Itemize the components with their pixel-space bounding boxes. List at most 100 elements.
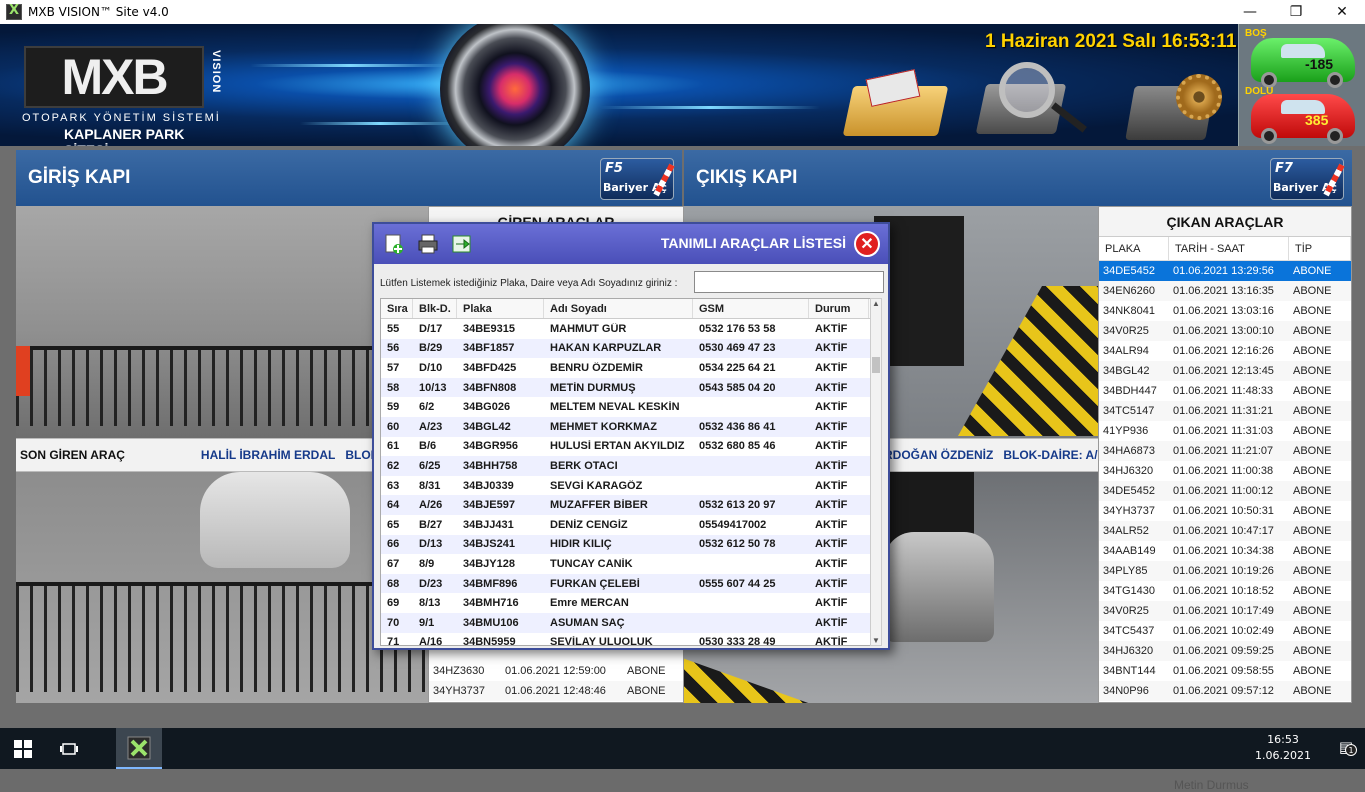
table-row[interactable]: 60 A/23 34BGL42 MEHMET KORKMAZ 0532 436 86 4… (381, 416, 875, 437)
row-tip: ABONE (1293, 605, 1332, 617)
entry-barrier-open-button[interactable]: F5 Bariyer Aç (600, 158, 675, 200)
table-row[interactable]: 55 D/17 34BE9315 MAHMUT GÜR 0532 176 53 58 AK… (381, 319, 875, 339)
task-view-icon[interactable] (46, 728, 92, 769)
start-icon[interactable] (0, 728, 46, 769)
col-tip[interactable]: TİP (1289, 237, 1351, 260)
close-window-button[interactable]: ✕ (1319, 0, 1365, 24)
table-row[interactable]: 34TC5147 01.06.2021 11:31:21 ABONE (1099, 401, 1351, 421)
search-icon[interactable] (975, 62, 1095, 146)
row-blk-d: D/17 (419, 322, 443, 335)
table-row[interactable]: 65 B/27 34BJJ431 DENİZ CENGİZ 05549417002 AKT… (381, 515, 875, 535)
minimize-button[interactable]: — (1227, 0, 1273, 24)
table-row[interactable]: 59 6/2 34BG026 MELTEM NEVAL KESKİN AKTİF (381, 397, 875, 417)
mxb-app-taskbar-icon[interactable] (116, 728, 162, 769)
table-row[interactable]: 70 9/1 34BMU106 ASUMAN SAÇ AKTİF (381, 612, 875, 633)
table-row[interactable]: 58 10/13 34BFN808 METİN DURMUŞ 0543 585 04 2… (381, 377, 875, 398)
row-tip: ABONE (1293, 465, 1332, 477)
maximize-button[interactable]: ❐ (1273, 0, 1319, 24)
notification-icon[interactable]: ▤ 1 (1339, 738, 1357, 756)
scroll-down-icon[interactable]: ▼ (872, 636, 880, 645)
table-row[interactable]: 69 8/13 34BMH716 Emre MERCAN AKTİF (381, 593, 875, 613)
folder-icon[interactable] (838, 69, 949, 138)
taskbar-clock[interactable]: 16:53 1.06.2021 (1255, 732, 1311, 764)
table-row[interactable]: 34EN6260 01.06.2021 13:16:35 ABONE (1099, 281, 1351, 301)
table-row[interactable]: 64 A/26 34BJE597 MUZAFFER BİBER 0532 613 20 … (381, 495, 875, 515)
exit-vehicles-list: ÇIKAN ARAÇLAR PLAKA TARİH - SAAT TİP 34D… (1098, 206, 1352, 703)
dialog-close-button[interactable]: ✕ (854, 231, 880, 257)
table-row[interactable]: 34ALR94 01.06.2021 12:16:26 ABONE (1099, 341, 1351, 361)
table-row[interactable]: 34ALR52 01.06.2021 10:47:17 ABONE (1099, 521, 1351, 541)
table-row[interactable]: 34TG1430 01.06.2021 10:18:52 ABONE (1099, 581, 1351, 601)
grid-scrollbar[interactable]: ▲ ▼ (870, 298, 882, 646)
row-adi-soyadi: MEHMET KORKMAZ (550, 420, 657, 433)
table-row[interactable]: 66 D/13 34BJS241 HIDIR KILIÇ 0532 612 50 78 A… (381, 534, 875, 555)
table-row[interactable]: 34YH3737 01.06.2021 10:50:31 ABONE (1099, 501, 1351, 521)
row-plaka: 34ALR52 (1103, 525, 1149, 537)
scroll-thumb[interactable] (872, 357, 880, 373)
row-adi-soyadi: HAKAN KARPUZLAR (550, 342, 662, 355)
table-row[interactable]: 34HJ6320 01.06.2021 09:59:25 ABONE (1099, 641, 1351, 661)
row-plaka: 34BJE597 (463, 499, 515, 512)
col-plaka[interactable]: PLAKA (1099, 237, 1169, 260)
table-row[interactable]: 34BDH447 01.06.2021 11:48:33 ABONE (1099, 381, 1351, 401)
table-row[interactable]: 41YP936 01.06.2021 11:31:03 ABONE (1099, 421, 1351, 441)
col-adi-soyadi[interactable]: Adı Soyadı (544, 299, 693, 318)
scroll-up-icon[interactable]: ▲ (872, 299, 880, 308)
last-exit-block: BLOK-DAİRE: A/7 (1003, 448, 1098, 462)
table-row[interactable]: 34BGL42 01.06.2021 12:13:45 ABONE (1099, 361, 1351, 381)
entry-last-vehicle-strip: SON GİREN ARAÇ HALİL İBRAHİM ERDAL BLOK-… (16, 438, 428, 472)
table-row[interactable]: 68 D/23 34BMF896 FURKAN ÇELEBİ 0555 607 44 2… (381, 573, 875, 594)
row-tarih: 01.06.2021 10:19:26 (1173, 565, 1274, 577)
table-row[interactable]: 61 B/6 34BGR956 HULUSİ ERTAN AKYILDIZ 0532 6… (381, 437, 875, 457)
table-row[interactable]: 67 8/9 34BJY128 TUNCAY CANİK AKTİF (381, 554, 875, 574)
row-tarih: 01.06.2021 10:18:52 (1173, 585, 1274, 597)
table-row[interactable]: 56 B/29 34BF1857 HAKAN KARPUZLAR 0530 469 47… (381, 338, 875, 359)
table-row[interactable]: 34TC5437 01.06.2021 10:02:49 ABONE (1099, 621, 1351, 641)
list-item[interactable]: 34HZ3630 01.06.2021 12:59:00 ABONE (429, 661, 683, 681)
table-row[interactable]: 34AAB149 01.06.2021 10:34:38 ABONE (1099, 541, 1351, 561)
row-durum: AKTİF (815, 401, 848, 414)
print-icon[interactable] (414, 230, 442, 258)
row-tip: ABONE (1293, 445, 1332, 457)
table-row[interactable]: 57 D/10 34BFD425 BENRU ÖZDEMİR 0534 225 64 2… (381, 358, 875, 378)
row-adi-soyadi: MUZAFFER BİBER (550, 499, 648, 512)
table-row[interactable]: 34NK8041 01.06.2021 13:03:16 ABONE (1099, 301, 1351, 321)
row-tip: ABONE (1293, 585, 1332, 597)
col-sira[interactable]: Sıra (381, 299, 413, 318)
table-row[interactable]: 34HA6873 01.06.2021 11:21:07 ABONE (1099, 441, 1351, 461)
cursor-overlay-name: Metin Durmus (1174, 778, 1249, 792)
row-tip: ABONE (1293, 625, 1332, 637)
col-gsm[interactable]: GSM (693, 299, 809, 318)
table-row[interactable]: 34DE5452 01.06.2021 11:00:12 ABONE (1099, 481, 1351, 501)
add-record-icon[interactable] (380, 230, 408, 258)
row-durum: AKTİF (815, 322, 848, 335)
table-row[interactable]: 71 A/16 34BN5959 SEVİLAY ULUOLUK 0530 333 28… (381, 633, 875, 645)
col-blk-d[interactable]: Blk-D. (413, 299, 457, 318)
table-row[interactable]: 34V0R25 01.06.2021 10:17:49 ABONE (1099, 601, 1351, 621)
col-plaka[interactable]: Plaka (457, 299, 544, 318)
row-tip: ABONE (1293, 645, 1332, 657)
table-row[interactable]: 34N0P96 01.06.2021 09:57:12 ABONE (1099, 681, 1351, 701)
exit-barrier-open-button[interactable]: F7 Bariyer Aç (1270, 158, 1345, 200)
entry-gate-header: GİRİŞ KAPI F5 Bariyer Aç (16, 150, 682, 206)
col-tarih[interactable]: TARİH - SAAT (1169, 237, 1289, 260)
full-count: 385 (1305, 112, 1329, 128)
table-row[interactable]: 34HJ6320 01.06.2021 11:00:38 ABONE (1099, 461, 1351, 481)
table-row[interactable]: 34DE5452 01.06.2021 13:29:56 ABONE (1099, 261, 1351, 281)
row-sira: 65 (387, 518, 400, 531)
row-tip: ABONE (1293, 485, 1332, 497)
row-plaka: 34BJJ431 (463, 518, 514, 531)
vehicles-grid: Sıra Blk-D. Plaka Adı Soyadı GSM Durum 5… (380, 298, 876, 646)
col-durum[interactable]: Durum (809, 299, 869, 318)
table-row[interactable]: 62 6/25 34BHH758 BERK OTACI AKTİF (381, 456, 875, 476)
row-adi-soyadi: MAHMUT GÜR (550, 322, 627, 335)
table-row[interactable]: 34BNT144 01.06.2021 09:58:55 ABONE (1099, 661, 1351, 681)
list-item[interactable]: 34YH3737 01.06.2021 12:48:46 ABONE (429, 681, 683, 701)
settings-gears-icon[interactable] (1125, 74, 1226, 144)
export-icon[interactable] (448, 230, 476, 258)
table-row[interactable]: 63 8/31 34BJ0339 SEVGİ KARAGÖZ AKTİF (381, 476, 875, 496)
row-gsm: 0532 176 53 58 (699, 322, 776, 335)
search-input[interactable] (694, 271, 884, 293)
table-row[interactable]: 34PLY85 01.06.2021 10:19:26 ABONE (1099, 561, 1351, 581)
table-row[interactable]: 34V0R25 01.06.2021 13:00:10 ABONE (1099, 321, 1351, 341)
